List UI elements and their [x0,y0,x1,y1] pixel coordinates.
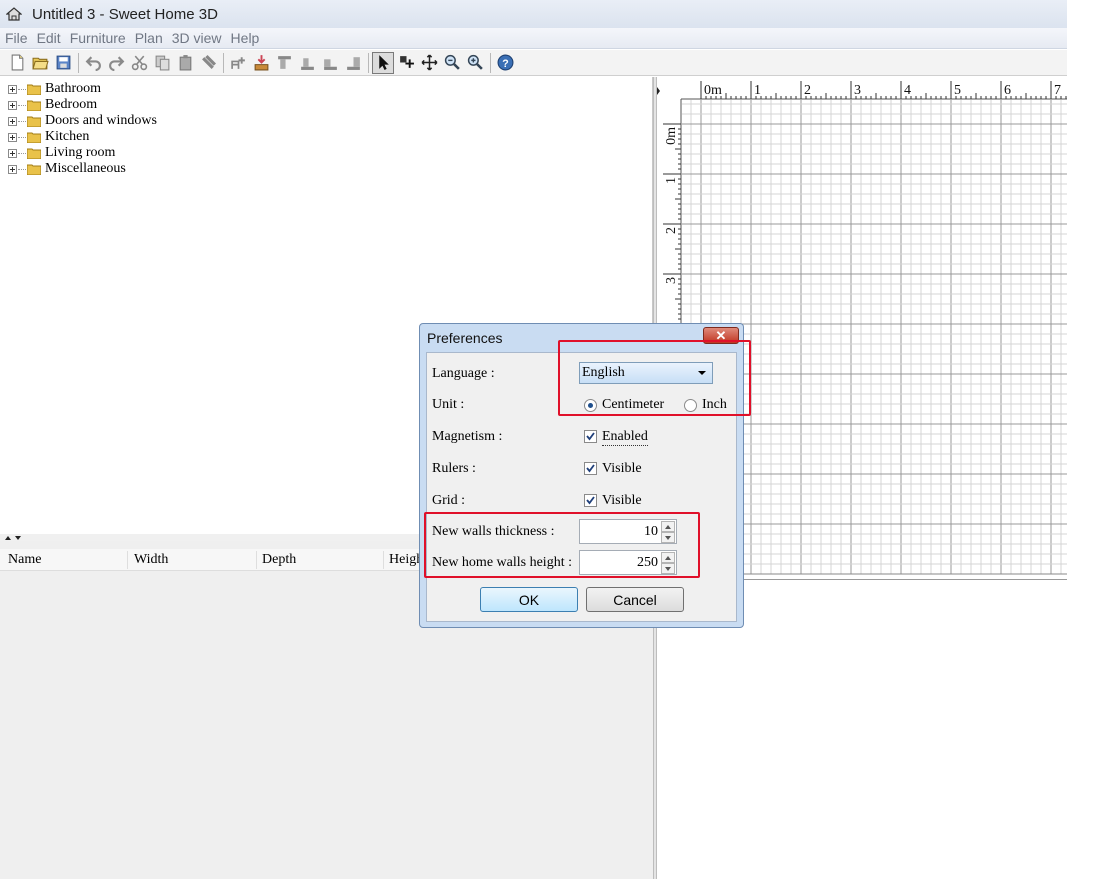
folder-icon [27,132,41,143]
ruler-x-label: 3 [854,83,861,98]
ruler-x-label: 5 [954,83,961,98]
ruler-y-label: 3 [664,277,679,284]
menu-help[interactable]: Help [231,30,260,46]
ruler-y-label: 0m [664,127,679,145]
tree-item-label: Doors and windows [45,113,157,128]
copy-icon[interactable] [151,52,173,74]
cancel-button[interactable]: Cancel [586,587,684,612]
align-top-icon[interactable] [273,52,295,74]
zoom-in-icon[interactable] [464,52,486,74]
expand-icon[interactable] [8,116,17,126]
toolbar-separator [368,52,369,73]
tree-item-bedroom[interactable]: Bedroom [8,97,97,113]
ruler-x-label: 0m [704,83,722,98]
tree-item-label: Bathroom [45,81,101,96]
language-label: Language : [432,366,495,381]
toolbar-separator [78,52,79,73]
new-file-icon[interactable] [6,52,28,74]
ruler-x-label: 1 [754,83,761,98]
tree-item-miscellaneous[interactable]: Miscellaneous [8,161,126,177]
folder-icon [27,84,41,95]
ruler-x-label: 6 [1004,83,1011,98]
folder-icon [27,164,41,175]
unit-label: Unit : [432,397,465,412]
ruler-y-label: 1 [664,177,679,184]
column-header-depth[interactable]: Depth [262,552,296,568]
cut-icon[interactable] [128,52,150,74]
pan-icon[interactable] [418,52,440,74]
folder-icon [27,116,41,127]
rulers-visible-label[interactable]: Visible [602,461,642,477]
ruler-y-label: 2 [664,227,679,234]
folder-icon [27,148,41,159]
tree-item-label: Living room [45,145,116,160]
expand-icon[interactable] [8,84,17,94]
paste-icon[interactable] [174,52,196,74]
check-icon [586,496,595,505]
expand-icon[interactable] [8,100,17,110]
add-furniture-icon[interactable] [227,52,249,74]
redo-icon[interactable] [105,52,127,74]
ruler-x-label: 2 [804,83,811,98]
magnetism-checkbox[interactable] [584,430,597,443]
save-icon[interactable] [52,52,74,74]
title-bar: Untitled 3 - Sweet Home 3D [0,0,1067,28]
tree-item-label: Bedroom [45,97,98,112]
tree-item-kitchen[interactable]: Kitchen [8,129,89,145]
menu-plan[interactable]: Plan [135,30,163,46]
rulers-label: Rulers : [432,461,476,476]
column-header-width[interactable]: Width [134,552,168,568]
column-header-name[interactable]: Name [8,552,41,568]
rulers-checkbox[interactable] [584,462,597,475]
ok-button[interactable]: OK [480,587,578,612]
menu-bar: File Edit Furniture Plan 3D view Help [0,28,1067,49]
ruler-x-label: 7 [1054,83,1061,98]
folder-icon [27,100,41,111]
zoom-out-icon[interactable] [441,52,463,74]
align-left-icon[interactable] [319,52,341,74]
toolbar-separator [223,52,224,73]
magnetism-label: Magnetism : [432,429,503,444]
highlight-box-language-unit [558,340,751,416]
menu-3d-view[interactable]: 3D view [172,30,222,46]
menu-furniture[interactable]: Furniture [70,30,126,46]
import-furniture-icon[interactable] [250,52,272,74]
tree-item-label: Kitchen [45,129,90,144]
tree-item-label: Miscellaneous [45,161,126,176]
toolbar-separator [490,52,491,73]
grid-checkbox[interactable] [584,494,597,507]
toolbar: ? [0,50,1067,76]
grid-visible-label[interactable]: Visible [602,493,642,509]
dialog-title: Preferences [427,330,503,346]
tree-item-doors-and-windows[interactable]: Doors and windows [8,113,157,129]
ok-button-label: OK [518,591,540,608]
open-icon[interactable] [29,52,51,74]
align-bottom-icon[interactable] [296,52,318,74]
grid-label: Grid : [432,493,466,508]
check-icon [586,464,595,473]
expand-icon[interactable] [8,164,17,174]
menu-edit[interactable]: Edit [37,30,61,46]
menu-file[interactable]: File [5,30,28,46]
app-house-icon [6,7,22,21]
align-right-icon[interactable] [342,52,364,74]
svg-text:?: ? [502,58,508,70]
highlight-box-wall-settings [424,512,700,578]
magnetism-enabled-label[interactable]: Enabled [602,429,648,446]
tree-item-bathroom[interactable]: Bathroom [8,81,101,97]
cancel-button-label: Cancel [613,591,657,608]
expand-icon[interactable] [8,132,17,142]
check-icon [586,432,595,441]
window-title: Untitled 3 - Sweet Home 3D [32,5,218,23]
undo-icon[interactable] [82,52,104,74]
ruler-x-label: 4 [904,83,911,98]
splitter-arrows-icon[interactable] [4,534,24,541]
tree-item-living-room[interactable]: Living room [8,145,115,161]
help-icon[interactable]: ? [494,52,516,74]
create-walls-icon[interactable] [395,52,417,74]
select-mode-icon[interactable] [372,51,394,74]
delete-icon[interactable] [197,52,219,74]
expand-icon[interactable] [8,148,17,158]
